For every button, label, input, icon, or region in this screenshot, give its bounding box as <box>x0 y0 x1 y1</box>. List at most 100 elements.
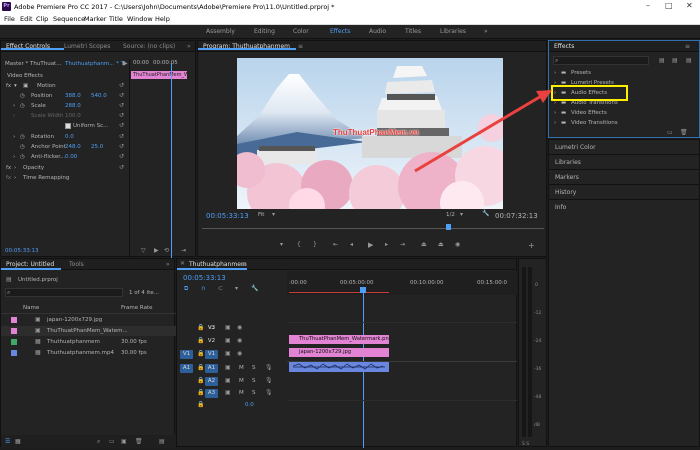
solo-button[interactable]: S <box>252 378 256 384</box>
track-label-v1[interactable]: V1 <box>205 350 218 359</box>
project-delete-icon[interactable]: ▤ <box>159 439 165 445</box>
workspace-audio[interactable]: Audio <box>369 28 386 35</box>
project-item-name[interactable]: ThuThuatPhanMem_Watem... <box>47 328 128 334</box>
track-label-a2[interactable]: A2 <box>205 377 218 386</box>
source-patch-a1[interactable]: A1 <box>180 364 193 373</box>
reset-scale-width-icon[interactable]: ↺ <box>119 113 124 119</box>
workspace-color[interactable]: Color <box>293 28 309 35</box>
resolution-dropdown[interactable]: 1/2 <box>446 212 455 218</box>
toggle-sync-icon[interactable]: ▣ <box>225 378 231 384</box>
reset-rotation-icon[interactable]: ↺ <box>119 134 124 140</box>
panel-info[interactable]: Info <box>555 204 566 211</box>
panel-libraries[interactable]: Libraries <box>555 159 581 166</box>
reset-anchor-icon[interactable]: ↺ <box>119 144 124 150</box>
delete-icon[interactable]: 🗑 <box>680 130 688 136</box>
anchor-y-value[interactable]: 25.0 <box>91 144 103 150</box>
program-timecode[interactable]: 00:05:33:13 <box>206 212 249 220</box>
anchor-x-value[interactable]: 248.0 <box>65 144 81 150</box>
ec-export-icon[interactable]: ⇥ <box>181 248 186 254</box>
tab-source[interactable]: Source: (no clips) <box>123 43 175 50</box>
timeline-settings-icon[interactable]: 🔧 <box>251 286 258 292</box>
menu-edit[interactable]: Edit <box>20 15 33 23</box>
find-icon[interactable]: ⌕ <box>97 439 100 445</box>
column-name[interactable]: Name <box>23 305 39 311</box>
column-frame-rate[interactable]: Frame Rate <box>121 305 153 311</box>
rotation-value[interactable]: 0.0 <box>65 134 74 140</box>
workspace-effects[interactable]: Effects <box>330 28 350 35</box>
icon-view-icon[interactable]: ▦ <box>15 439 21 445</box>
eye-icon[interactable]: ◉ <box>237 325 242 331</box>
go-to-out-icon[interactable]: ⇥ <box>400 242 405 248</box>
mute-button[interactable]: M <box>239 390 244 396</box>
32bit-effects-icon[interactable]: ▤ <box>672 58 678 64</box>
effects-item-video-effects[interactable]: Video Effects <box>571 110 607 116</box>
motion-label[interactable]: Motion <box>37 83 56 89</box>
timeline-menu-icon[interactable]: ≡ <box>241 261 246 268</box>
label-color-swatch[interactable] <box>11 350 17 356</box>
project-search-input[interactable] <box>5 288 123 297</box>
label-color-swatch[interactable] <box>11 328 17 334</box>
rotation-expand-icon[interactable]: › <box>13 134 15 140</box>
meter-solo-label[interactable]: S S <box>522 441 529 447</box>
timeline-audio-clip[interactable] <box>289 362 389 372</box>
label-color-swatch[interactable] <box>11 339 17 345</box>
position-y-value[interactable]: 540.0 <box>91 93 107 99</box>
source-patch-v1[interactable]: V1 <box>180 350 193 359</box>
tab-tools[interactable]: Tools <box>69 261 84 268</box>
program-playhead[interactable] <box>446 224 451 230</box>
microphone-icon[interactable]: 🎙 <box>265 378 273 384</box>
nest-icon[interactable]: ⧉ <box>184 286 188 292</box>
reset-scale-icon[interactable]: ↺ <box>119 103 124 109</box>
timeline-marker-icon[interactable]: ▾ <box>235 286 238 292</box>
reset-position-icon[interactable]: ↺ <box>119 93 124 99</box>
track-label-a1[interactable]: A1 <box>205 364 218 373</box>
reset-uniform-icon[interactable]: ↺ <box>119 123 124 129</box>
clear-icon[interactable]: 🗑 <box>135 439 143 445</box>
menu-marker[interactable]: Marker <box>84 15 106 23</box>
lock-icon[interactable]: 🔒 <box>197 325 204 331</box>
position-stopwatch-icon[interactable]: ◷ <box>20 93 25 99</box>
lock-icon[interactable]: 🔒 <box>197 338 204 344</box>
workspace-assembly[interactable]: Assembly <box>206 28 235 35</box>
menu-clip[interactable]: Clip <box>36 15 48 23</box>
reset-opacity-icon[interactable]: ↺ <box>119 165 124 171</box>
project-more-icon[interactable]: » <box>166 261 170 268</box>
track-label-v2[interactable]: V2 <box>205 337 218 346</box>
tab-effects[interactable]: Effects <box>554 43 574 50</box>
menu-sequence[interactable]: Sequence <box>53 15 85 23</box>
solo-button[interactable]: S <box>252 365 256 371</box>
close-sequence-icon[interactable]: ✕ <box>180 261 185 267</box>
eye-icon[interactable]: ◉ <box>237 351 242 357</box>
toggle-output-icon[interactable]: ▣ <box>225 338 231 344</box>
add-button-icon[interactable]: + <box>528 242 535 250</box>
project-item-name[interactable]: Thuthuatphanmem <box>47 339 100 345</box>
timeline-clip-watermark[interactable]: ThuThuatPhanMem_Watermark.png <box>289 335 389 344</box>
work-area-bar[interactable] <box>289 292 389 293</box>
antiflicker-stopwatch-icon[interactable]: ◷ <box>20 154 25 160</box>
linked-selection-icon[interactable]: ⊂ <box>218 286 223 292</box>
master-volume-value[interactable]: 0.0 <box>245 402 254 408</box>
uniform-scale-checkbox[interactable] <box>65 123 71 129</box>
menu-file[interactable]: File <box>4 15 15 23</box>
new-bin-folder-icon[interactable]: ▭ <box>109 439 115 445</box>
lift-icon[interactable]: ⏏ <box>421 242 427 248</box>
tab-project[interactable]: Project: Untitled <box>6 261 54 268</box>
lock-icon[interactable]: 🔒 <box>197 365 204 371</box>
close-icon[interactable]: ✕ <box>686 1 693 10</box>
ec-play-icon[interactable]: ▶ <box>154 248 159 254</box>
play-clip-icon[interactable]: ▶ <box>123 61 128 67</box>
menu-window[interactable]: Window <box>127 15 153 23</box>
effects-item-video-transitions[interactable]: Video Transitions <box>571 120 618 126</box>
mark-in-icon[interactable]: { <box>297 242 301 248</box>
opacity-label[interactable]: Opacity <box>23 165 44 171</box>
microphone-icon[interactable]: 🎙 <box>265 365 273 371</box>
extract-icon[interactable]: ⏏ <box>438 242 444 248</box>
solo-button[interactable]: S <box>252 390 256 396</box>
fit-dropdown[interactable]: Fit <box>258 212 264 218</box>
sequence-clip-label[interactable]: Thuthuatphanm... * ThuThuat... <box>65 61 125 67</box>
panel-markers[interactable]: Markers <box>555 174 579 181</box>
lock-icon[interactable]: 🔒 <box>197 402 204 408</box>
scale-expand-icon[interactable]: › <box>13 103 15 109</box>
motion-toggle-icon[interactable]: ▾ <box>14 83 17 89</box>
mute-button[interactable]: M <box>239 378 244 384</box>
